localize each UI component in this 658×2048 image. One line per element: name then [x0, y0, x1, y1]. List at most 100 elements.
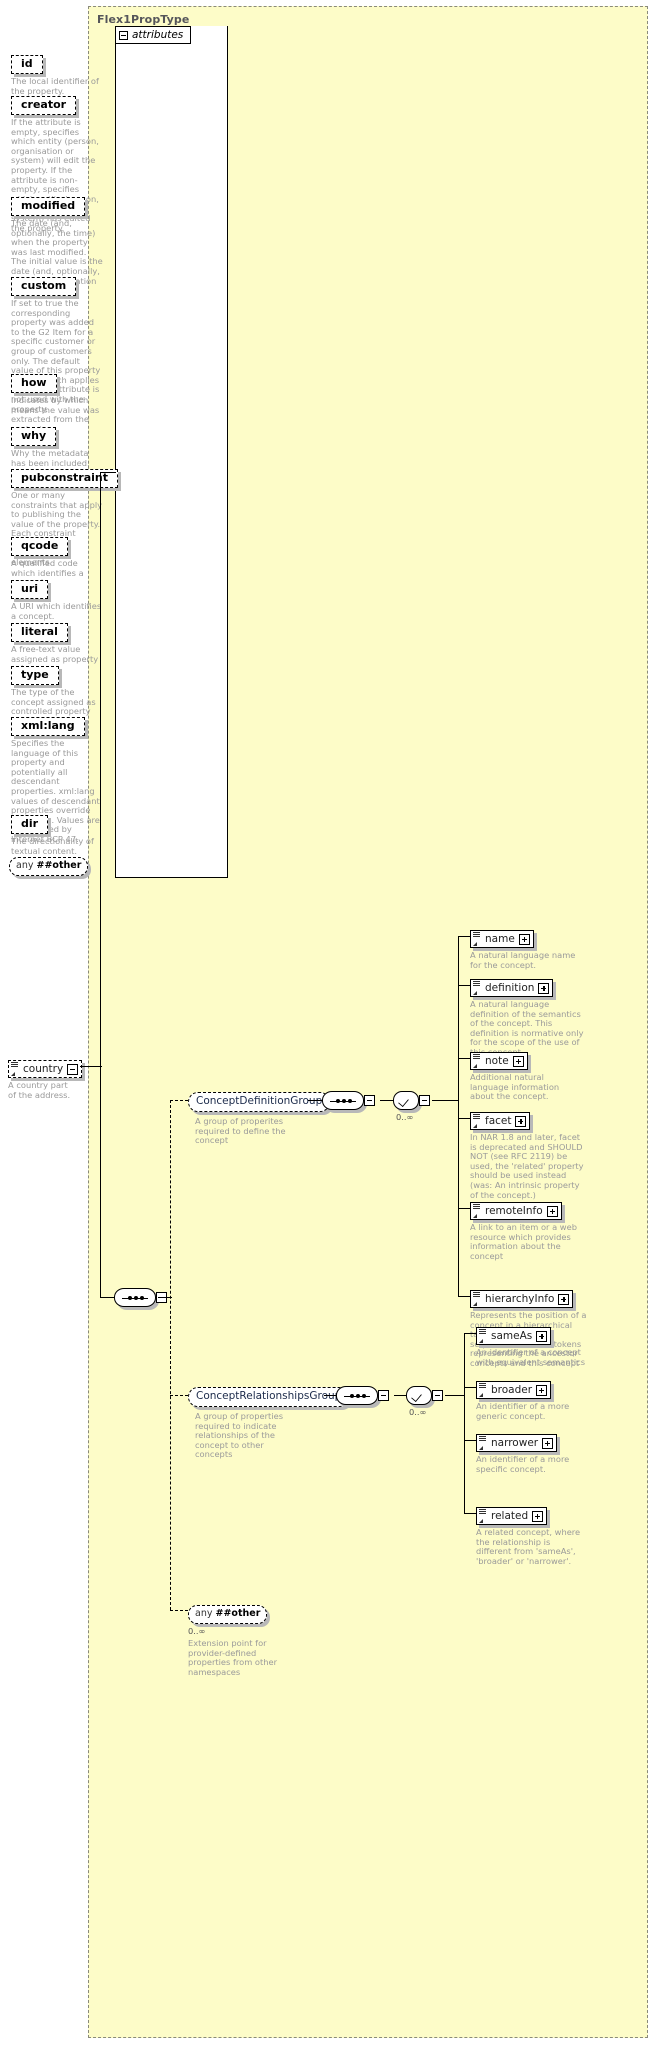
expand-icon[interactable] — [532, 1510, 544, 1522]
expand-icon[interactable] — [67, 1063, 79, 1075]
element-facet[interactable]: facet In NAR 1.8 and later, facet is dep… — [470, 1109, 586, 1200]
expand-icon[interactable] — [542, 1437, 554, 1449]
element-box[interactable]: narrower — [476, 1434, 558, 1452]
collapse-icon[interactable] — [119, 30, 128, 40]
connector-horizontal — [464, 1513, 476, 1515]
attribute-name[interactable]: creator — [11, 96, 77, 115]
element-related[interactable]: related A related concept, where the rel… — [476, 1504, 588, 1566]
element-box[interactable]: sameAs — [476, 1327, 552, 1345]
attribute-name[interactable]: modified — [11, 197, 86, 216]
element-box[interactable]: related — [476, 1507, 548, 1525]
attribute-row[interactable]: uri A URI which identifies a concept. — [11, 577, 103, 621]
element-box[interactable]: definition — [470, 979, 554, 997]
any-other-box[interactable]: any ##other — [188, 1605, 268, 1624]
attribute-name[interactable]: type — [11, 666, 59, 685]
any-other-box[interactable]: any ##other — [9, 857, 89, 876]
group-name[interactable]: ConceptDefinitionGroup — [188, 1092, 331, 1112]
type-arrow-icon — [479, 1393, 483, 1397]
type-arrow-icon — [473, 1124, 477, 1128]
relationships-group-all[interactable] — [406, 1386, 443, 1405]
expand-icon[interactable] — [536, 1384, 548, 1396]
element-box[interactable]: note — [470, 1052, 528, 1070]
connector-horizontal — [394, 1395, 406, 1397]
concept-definition-group[interactable]: ConceptDefinitionGroup — [188, 1092, 342, 1112]
group-description: A group of properites required to define… — [195, 1116, 286, 1146]
attribute-name[interactable]: how — [11, 374, 57, 393]
attribute-name[interactable]: xml:lang — [11, 717, 85, 736]
sequence-icon[interactable] — [322, 1091, 364, 1110]
connector-horizontal — [308, 1100, 322, 1102]
all-compositor-icon[interactable] — [393, 1091, 419, 1110]
connector-vertical — [100, 472, 102, 1066]
connector-horizontal — [324, 1395, 336, 1397]
attribute-name[interactable]: id — [11, 55, 43, 74]
type-arrow-icon — [473, 942, 477, 946]
collapse-icon[interactable] — [378, 1390, 389, 1401]
element-sameas[interactable]: sameAs An identifier of a concept with e… — [476, 1324, 588, 1367]
element-box[interactable]: name — [470, 930, 534, 948]
element-note[interactable]: note Additional natural language informa… — [470, 1049, 582, 1102]
attribute-description: A URI which identifies a concept. — [11, 601, 102, 621]
collapse-icon[interactable] — [364, 1095, 375, 1106]
sequence-icon[interactable] — [336, 1386, 378, 1405]
definition-group-sequence[interactable] — [322, 1091, 375, 1110]
expand-icon[interactable] — [536, 1330, 548, 1342]
all-compositor-icon[interactable] — [406, 1386, 432, 1405]
element-label: definition — [485, 982, 535, 994]
type-title: Flex1PropType — [97, 13, 190, 26]
element-label: note — [485, 1055, 509, 1067]
expand-icon[interactable] — [538, 982, 550, 994]
occurrence-indicator: 0..∞ — [409, 1407, 427, 1417]
group-name[interactable]: ConceptRelationshipsGroup — [188, 1387, 350, 1407]
connector-horizontal — [458, 936, 470, 938]
collapse-icon[interactable] — [432, 1390, 443, 1401]
expand-icon[interactable] — [515, 1115, 527, 1127]
attribute-name[interactable]: custom — [11, 277, 77, 296]
attribute-name[interactable]: dir — [11, 815, 49, 834]
collapse-icon[interactable] — [419, 1095, 430, 1106]
element-label: narrower — [491, 1437, 539, 1449]
attributes-any-other[interactable]: any ##other — [9, 853, 89, 876]
attribute-row[interactable]: id The local identifier of the property. — [11, 52, 103, 96]
element-box[interactable]: country — [8, 1060, 83, 1078]
relationships-group-sequence[interactable] — [336, 1386, 389, 1405]
expand-icon[interactable] — [512, 1055, 524, 1067]
attribute-row[interactable]: dir The directionality of textual conten… — [11, 812, 103, 856]
definition-group-all[interactable] — [393, 1091, 430, 1110]
connector-horizontal — [458, 1118, 470, 1120]
element-description: An identifier of a more generic concept. — [476, 1401, 570, 1421]
element-narrower[interactable]: narrower An identifier of a more specifi… — [476, 1431, 588, 1474]
connector-horizontal — [464, 1440, 476, 1442]
country-element[interactable]: country A country part of the address. — [8, 1057, 84, 1100]
element-definition[interactable]: definition A natural language definition… — [470, 976, 590, 1058]
element-label: name — [485, 933, 515, 945]
group1-spine — [458, 936, 460, 1296]
expand-icon[interactable] — [558, 1293, 570, 1305]
occurrence-indicator: 0..∞ — [396, 1112, 414, 1122]
attribute-name[interactable]: why — [11, 427, 57, 446]
element-broader[interactable]: broader An identifier of a more generic … — [476, 1378, 588, 1421]
type-arrow-icon — [473, 1064, 477, 1068]
branch-to-definition-group — [170, 1100, 188, 1101]
attribute-name[interactable]: uri — [11, 580, 49, 599]
attributes-tab[interactable]: attributes — [115, 26, 192, 44]
occurrence-indicator: 0..∞ — [188, 1626, 206, 1636]
element-box[interactable]: broader — [476, 1381, 552, 1399]
element-name[interactable]: name A natural language name for the con… — [470, 927, 580, 970]
concept-relationships-group[interactable]: ConceptRelationshipsGroup — [188, 1387, 361, 1407]
sequence-icon[interactable] — [114, 1288, 156, 1307]
element-box[interactable]: remoteInfo — [470, 1202, 562, 1220]
type-arrow-icon — [11, 1072, 15, 1076]
extension-any-other[interactable]: any ##other 0..∞ Extension point for pro… — [188, 1601, 293, 1677]
element-remoteinfo[interactable]: remoteInfo A link to an item or a web re… — [470, 1199, 582, 1261]
element-box[interactable]: facet — [470, 1112, 531, 1130]
element-box[interactable]: hierarchyInfo — [470, 1290, 574, 1308]
expand-icon[interactable] — [518, 933, 530, 945]
connector-horizontal — [458, 985, 470, 987]
expand-icon[interactable] — [546, 1205, 558, 1217]
attribute-name[interactable]: qcode — [11, 537, 69, 556]
attribute-row[interactable]: why Why the metadata has been included. — [11, 424, 103, 468]
type-arrow-icon — [479, 1519, 483, 1523]
connector-horizontal — [464, 1387, 476, 1389]
attribute-name[interactable]: literal — [11, 623, 68, 642]
